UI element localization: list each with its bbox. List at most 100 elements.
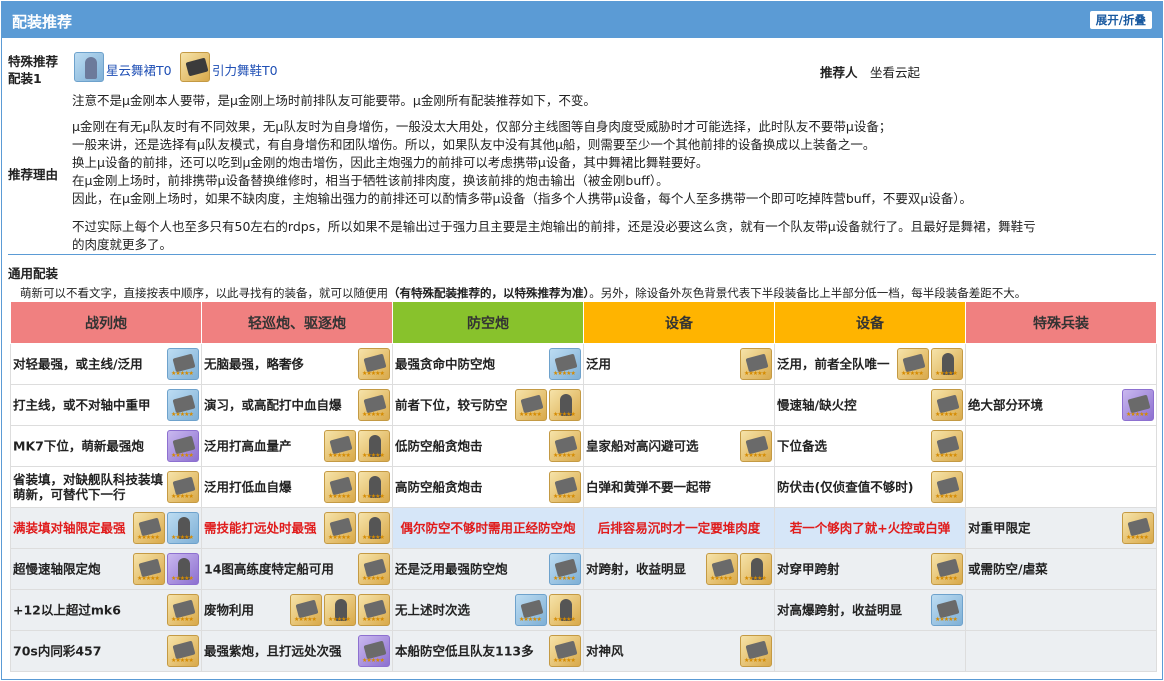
rarity-stars-icon: ★★★★★ [328, 534, 351, 541]
cell-equipment-2: 慢速轴/缺火控 ★★★★★ [774, 384, 966, 426]
cell-equipment-1: 对跨射，收益明显 ★★★★★ ★★★★★ [583, 548, 775, 590]
cell-text: 低防空船贪炮击 [395, 438, 483, 454]
equipment-icon[interactable]: ★★★★★ [358, 512, 390, 544]
rarity-stars-icon: ★★★★★ [553, 370, 576, 377]
equipment-icon[interactable]: ★★★★★ [549, 553, 581, 585]
equipment-icon[interactable]: ★★★★★ [167, 512, 199, 544]
rarity-stars-icon: ★★★★★ [553, 575, 576, 582]
cell-equipment-2: 若一个够肉了就+火控或白弹 [774, 507, 966, 549]
equipment-icon[interactable]: ★★★★★ [515, 389, 547, 421]
equipment-icon[interactable]: ★★★★★ [324, 471, 356, 503]
equipment-icon[interactable]: ★★★★★ [706, 553, 738, 585]
equipment-icon[interactable]: ★★★★★ [515, 594, 547, 626]
equipment-icon[interactable]: ★★★★★ [740, 430, 772, 462]
equipment-icon[interactable]: ★★★★★ [358, 471, 390, 503]
cell-aa-gun: 还是泛用最强防空炮 ★★★★★ [392, 548, 584, 590]
general-label: 通用配装 [8, 266, 59, 281]
equipment-icon[interactable]: ★★★★★ [931, 430, 963, 462]
expand-collapse-button[interactable]: 展开/折叠 [1089, 11, 1152, 29]
cell-aa-gun: 偶尔防空不够时需用正经防空炮 [392, 507, 584, 549]
table-row: 70s内同彩457 ★★★★★ 最强紫炮，且打远处次强 ★★★★★ 本船防空低且队友11… [10, 630, 1157, 672]
equipment-icon[interactable]: ★★★★★ [897, 348, 929, 380]
equipment-icon[interactable]: ★★★★★ [549, 348, 581, 380]
equipment-icon[interactable]: ★★★★★ [1122, 389, 1154, 421]
cell-aa-gun: 最强贪命中防空炮 ★★★★★ [392, 343, 584, 385]
rarity-stars-icon: ★★★★★ [553, 452, 576, 459]
equipment-icon[interactable]: ★★★★★ [549, 389, 581, 421]
cell-aa-gun: 高防空船贪炮击 ★★★★★ [392, 466, 584, 508]
rarity-stars-icon: ★★★★★ [935, 616, 958, 623]
cell-equipment-2: 防伏击(仅侦查值不够时) ★★★★★ [774, 466, 966, 508]
equipment-icon[interactable]: ★★★★★ [167, 553, 199, 585]
rarity-stars-icon: ★★★★★ [935, 575, 958, 582]
rarity-stars-icon: ★★★★★ [935, 493, 958, 500]
equipment-icon[interactable]: ★★★★★ [324, 512, 356, 544]
cell-light-gun: 最强紫炮，且打远处次强 ★★★★★ [201, 630, 393, 672]
equipment-icon[interactable]: ★★★★★ [290, 594, 322, 626]
cell-equipment-2 [774, 630, 966, 672]
header-special-weapon: 特殊兵装 [965, 301, 1157, 344]
cell-light-gun: 14图高练度特定船可用 ★★★★★ [201, 548, 393, 590]
equipment-icon[interactable]: ★★★★★ [931, 348, 963, 380]
equipment-icon[interactable]: ★★★★★ [167, 389, 199, 421]
equipment-icon[interactable]: ★★★★★ [167, 594, 199, 626]
equipment-icon[interactable]: ★★★★★ [931, 471, 963, 503]
equipment-icon[interactable]: ★★★★★ [549, 430, 581, 462]
rarity-stars-icon: ★★★★★ [362, 575, 385, 582]
reason-line-2: 一般来讲，还是选择有μ队友模式，有自身增伤和团队增伤。所以，如果队友中没有其他μ… [72, 137, 876, 152]
cell-light-gun: 泛用打高血量产 ★★★★★ ★★★★★ [201, 425, 393, 467]
gravity-shoes-link[interactable]: 引力舞鞋T0 [212, 60, 278, 79]
special-sub-label: 配装1 [8, 71, 42, 86]
equipment-icon[interactable]: ★★★★★ [133, 553, 165, 585]
special-note: 注意不是μ金刚本人要带，是μ金刚上场时前排队友可能要带。μ金刚所有配装推荐如下，… [72, 93, 596, 108]
equipment-icon[interactable]: ★★★★★ [358, 430, 390, 462]
cell-battleship-gun: 对轻最强，或主线/泛用 ★★★★★ [10, 343, 202, 385]
rarity-stars-icon: ★★★★★ [362, 452, 385, 459]
recommender-name: 坐看云起 [870, 65, 921, 80]
equipment-icon[interactable]: ★★★★★ [358, 553, 390, 585]
cell-battleship-gun: 省装填，对缺舰队科技装填萌新，可替代下一行 ★★★★★ [10, 466, 202, 508]
equipment-icon[interactable]: ★★★★★ [167, 635, 199, 667]
equipment-icon[interactable]: ★★★★★ [549, 635, 581, 667]
gravity-shoes-icon[interactable] [180, 52, 210, 82]
equipment-icon[interactable]: ★★★★★ [740, 553, 772, 585]
equipment-icon[interactable]: ★★★★★ [931, 389, 963, 421]
cell-light-gun: 无脑最强，略奢侈 ★★★★★ [201, 343, 393, 385]
cell-text: 最强贪命中防空炮 [395, 356, 496, 372]
equipment-icon[interactable]: ★★★★★ [740, 348, 772, 380]
cell-equipment-2: 下位备选 ★★★★★ [774, 425, 966, 467]
table-row: 打主线，或不对轴中重甲 ★★★★★ 演习，或高配打中血自爆 ★★★★★ 前者下位，较亏防… [10, 384, 1157, 426]
equipment-icon[interactable]: ★★★★★ [324, 594, 356, 626]
cell-text: 演习，或高配打中血自爆 [204, 397, 342, 413]
equipment-icon[interactable]: ★★★★★ [167, 430, 199, 462]
equipment-icon[interactable]: ★★★★★ [549, 471, 581, 503]
rarity-stars-icon: ★★★★★ [362, 657, 385, 664]
cell-text: 高防空船贪炮击 [395, 479, 483, 495]
cell-text: 泛用打高血量产 [204, 438, 292, 454]
rarity-stars-icon: ★★★★★ [553, 493, 576, 500]
cell-equipment-2: 对高爆跨射，收益明显 ★★★★★ [774, 589, 966, 631]
cell-special-weapon: 绝大部分环境 ★★★★★ [965, 384, 1157, 426]
equipment-icon[interactable]: ★★★★★ [931, 553, 963, 585]
equipment-icon[interactable]: ★★★★★ [358, 594, 390, 626]
rarity-stars-icon: ★★★★★ [935, 411, 958, 418]
equipment-icon[interactable]: ★★★★★ [549, 594, 581, 626]
equipment-icon[interactable]: ★★★★★ [931, 594, 963, 626]
equipment-icon[interactable]: ★★★★★ [167, 471, 199, 503]
nebula-skirt-link[interactable]: 星云舞裙T0 [106, 60, 172, 79]
equipment-icon[interactable]: ★★★★★ [1122, 512, 1154, 544]
equipment-icon[interactable]: ★★★★★ [167, 348, 199, 380]
equipment-icon[interactable]: ★★★★★ [133, 512, 165, 544]
equipment-icon[interactable]: ★★★★★ [740, 635, 772, 667]
nebula-skirt-icon[interactable] [74, 52, 104, 82]
table-row: +12以上超过mk6 ★★★★★ 废物利用 ★★★★★ ★★★★★ ★★★★★ 无上述时次选… [10, 589, 1157, 631]
cell-special-weapon [965, 589, 1157, 631]
cell-battleship-gun: 满装填对轴限定最强 ★★★★★ ★★★★★ [10, 507, 202, 549]
cell-text: 打主线，或不对轴中重甲 [13, 397, 151, 413]
equipment-icon[interactable]: ★★★★★ [324, 430, 356, 462]
cell-text: 需技能打远处时最强 [204, 520, 317, 536]
equipment-icon[interactable]: ★★★★★ [358, 389, 390, 421]
cell-light-gun: 泛用打低血自爆 ★★★★★ ★★★★★ [201, 466, 393, 508]
equipment-icon[interactable]: ★★★★★ [358, 635, 390, 667]
equipment-icon[interactable]: ★★★★★ [358, 348, 390, 380]
